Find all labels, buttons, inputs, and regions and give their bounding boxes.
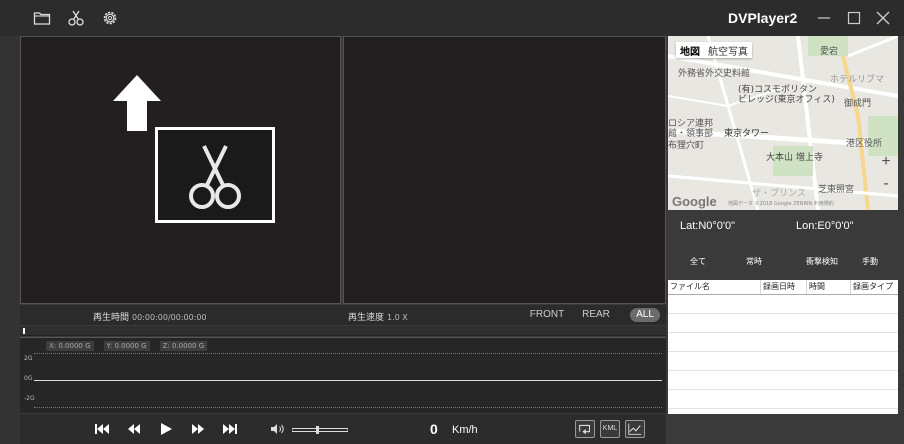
tick-minus-2g: -2G (24, 395, 35, 402)
grid-line-bottom (34, 407, 662, 408)
volume-icon[interactable] (270, 422, 286, 436)
table-row (668, 313, 898, 314)
filter-manual[interactable]: 手動 (862, 256, 878, 267)
col-record-type[interactable]: 録画タイプ (850, 280, 898, 294)
tick-0g: 0G (24, 375, 33, 382)
filter-impact[interactable]: 衝撃検知 (806, 256, 838, 267)
fast-forward-icon[interactable] (190, 422, 206, 436)
scissors-large-icon (189, 145, 241, 209)
playback-controls: 0 Km/h KML (20, 414, 666, 444)
folder-icon[interactable] (33, 9, 51, 27)
play-speed: 再生速度 1.0 X (348, 313, 408, 323)
map-label: 東京タワー (724, 129, 770, 139)
file-table: ファイル名 録画日時 時間 録画タイプ (668, 280, 898, 414)
g-sensor-legend: X: 0.0000 G Y: 0.0000 G Z: 0.0000 G (46, 341, 208, 351)
google-logo: Google (672, 194, 717, 209)
front-video-panel[interactable] (20, 36, 341, 304)
map-label: 芝東照宮 (818, 185, 855, 195)
close-icon[interactable] (874, 9, 892, 27)
rotate-icon[interactable] (575, 420, 595, 438)
legend-x: X: 0.0000 G (46, 341, 94, 351)
map-label: ザ・プリンス (752, 189, 806, 199)
legend-z: Z: 0.0000 G (159, 341, 208, 351)
table-row (668, 389, 898, 390)
col-duration[interactable]: 時間 (806, 280, 850, 294)
minimize-icon[interactable] (815, 9, 833, 27)
play-icon[interactable] (158, 422, 174, 436)
zoom-out-button[interactable]: - (878, 176, 894, 192)
info-panel: Lat:N0°0'0" Lon:E0°0'0" 全て 常時 衝撃検知 手動 ファ… (666, 210, 898, 444)
tab-satellite[interactable]: 航空写真 (704, 42, 752, 58)
app-window: DVPlayer2 再生時間 00:00:00/00:00:00 再生速度 1.… (0, 0, 904, 444)
zero-line (34, 380, 662, 381)
right-edge (898, 36, 904, 444)
all-camera-button[interactable]: ALL (630, 308, 660, 322)
map-label: 布狸穴町 (668, 141, 705, 151)
skip-to-start-icon[interactable] (94, 422, 110, 436)
table-header-line (668, 294, 898, 295)
table-row (668, 332, 898, 333)
table-row (668, 370, 898, 371)
tick-2g: 2G (24, 355, 33, 362)
title-bar: DVPlayer2 (0, 0, 904, 36)
grid-line-top (34, 353, 662, 354)
map-label: 大本山 増上寺 (766, 153, 823, 163)
gear-icon[interactable] (101, 9, 119, 27)
rewind-icon[interactable] (126, 422, 142, 436)
left-gutter (0, 36, 20, 444)
scissors-callout (155, 127, 275, 223)
map-label: 御成門 (844, 99, 872, 109)
col-filename[interactable]: ファイル名 (668, 280, 760, 294)
maximize-icon[interactable] (845, 9, 863, 27)
table-row (668, 408, 898, 409)
volume-slider[interactable] (292, 426, 348, 434)
map-label: 外務省外交史料館 (678, 69, 751, 79)
filter-continuous[interactable]: 常時 (746, 256, 762, 267)
speed-value: 0 (430, 421, 438, 437)
map-label: 愛宕 (820, 47, 839, 57)
map-attribution: 地図データ ©2018 Google ZENRIN 利用規約 (728, 201, 834, 207)
rear-video-panel[interactable] (343, 36, 666, 304)
latitude: Lat:N0°0'0" (680, 220, 736, 232)
play-time: 再生時間 00:00:00/00:00:00 (93, 313, 207, 323)
progress-marker[interactable] (23, 328, 25, 334)
speed-unit: Km/h (452, 424, 478, 436)
scissors-icon[interactable] (67, 9, 85, 27)
progress-bar[interactable] (20, 326, 666, 336)
map-label: ビレッジ(東京オフィス) (738, 95, 835, 105)
app-title: DVPlayer2 (728, 10, 798, 26)
rear-camera-button[interactable]: REAR (576, 308, 616, 322)
col-record-datetime[interactable]: 録画日時 (760, 280, 806, 294)
skip-to-end-icon[interactable] (222, 422, 238, 436)
front-camera-button[interactable]: FRONT (524, 308, 570, 322)
graph-icon[interactable] (625, 420, 645, 438)
map-label: 港区役所 (846, 139, 883, 149)
tab-map[interactable]: 地図 (676, 42, 704, 58)
status-strip: 再生時間 00:00:00/00:00:00 再生速度 1.0 X FRONT RE… (20, 305, 666, 325)
filter-all[interactable]: 全て (690, 256, 706, 267)
map-label: ホテルリブマ (830, 75, 885, 85)
longitude: Lon:E0°0'0" (796, 220, 854, 232)
up-arrow-icon (113, 75, 161, 131)
kml-button[interactable]: KML (600, 420, 620, 438)
map-view[interactable]: 地図 航空写真 愛宕 外務省外交史料館 (有)コスモポリタン ビレッジ(東京オフ… (668, 36, 898, 210)
map-type-tabs: 地図 航空写真 (676, 42, 752, 58)
g-sensor-graph: X: 0.0000 G Y: 0.0000 G Z: 0.0000 G 2G 0… (20, 337, 666, 413)
table-row (668, 351, 898, 352)
zoom-in-button[interactable]: + (878, 154, 894, 170)
legend-y: Y: 0.0000 G (103, 341, 150, 351)
